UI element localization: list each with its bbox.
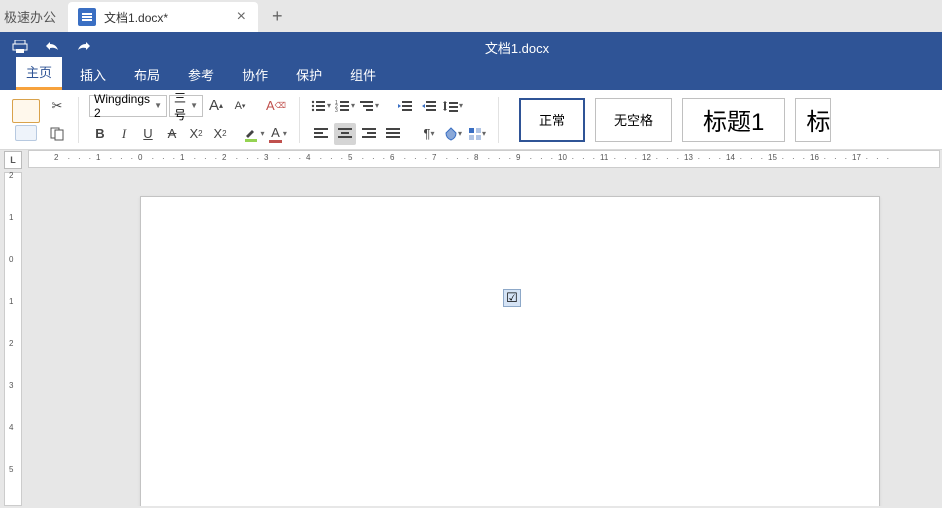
bullet-list-icon[interactable]: ▾ — [310, 95, 332, 117]
clipboard-sub-icon[interactable] — [15, 125, 37, 141]
ruler-row: L 2···1···0···1···2···3···4···5···6···7·… — [0, 150, 942, 170]
chevron-down-icon: ▾ — [260, 129, 264, 138]
decrease-indent-icon[interactable] — [394, 95, 416, 117]
ribbon-toolbar: ✂ Wingdings 2 ▼ 三号 ▼ A▴ A▾ A⌫ B I U — [0, 90, 942, 150]
bold-button[interactable]: B — [89, 123, 111, 145]
ribbon-tab-2[interactable]: 布局 — [124, 60, 170, 90]
copy-icon[interactable] — [46, 123, 68, 145]
numbered-list-icon[interactable]: 123▾ — [334, 95, 356, 117]
style-option-3[interactable]: 标 — [795, 98, 831, 142]
app-name: 极速办公 — [0, 7, 68, 26]
checkbox-symbol[interactable]: ☑ — [503, 289, 521, 307]
font-size-select[interactable]: 三号 ▼ — [169, 95, 203, 117]
doc-file-icon — [78, 8, 96, 26]
workspace: 21012345 ☑ — [0, 170, 942, 506]
style-option-1[interactable]: 无空格 — [595, 98, 672, 142]
ribbon-tab-3[interactable]: 参考 — [178, 60, 224, 90]
document-title: 文档1.docx — [92, 38, 942, 57]
subscript-button[interactable]: X2 — [209, 123, 231, 145]
chevron-down-icon: ▼ — [190, 101, 198, 110]
tab-title: 文档1.docx* — [104, 9, 225, 26]
vertical-ruler[interactable]: 21012345 — [4, 172, 22, 506]
undo-icon[interactable] — [44, 40, 60, 54]
title-bar: 文档1.docx — [0, 32, 942, 62]
ruler-corner[interactable]: L — [4, 151, 22, 169]
horizontal-ruler[interactable]: 2···1···0···1···2···3···4···5···6···7···… — [28, 150, 940, 168]
font-size-value: 三号 — [174, 89, 186, 123]
strikethrough-button[interactable]: A — [161, 123, 183, 145]
font-group: Wingdings 2 ▼ 三号 ▼ A▴ A▾ A⌫ B I U A X2 X… — [81, 95, 297, 145]
shrink-font-icon[interactable]: A▾ — [229, 95, 251, 117]
clear-formatting-icon[interactable]: A⌫ — [265, 95, 287, 117]
align-left-icon[interactable] — [310, 123, 332, 145]
paper-scroll-area[interactable]: ☑ — [28, 170, 942, 506]
highlight-color-button[interactable]: ▾ — [243, 123, 265, 145]
line-spacing-icon[interactable]: ▾ — [442, 95, 464, 117]
ribbon-tab-6[interactable]: 组件 — [340, 60, 386, 90]
style-option-0[interactable]: 正常 — [519, 98, 585, 142]
ribbon-tabs: 主页插入布局参考协作保护组件 — [0, 62, 942, 90]
underline-button[interactable]: U — [137, 123, 159, 145]
shading-icon[interactable]: ▾ — [442, 123, 464, 145]
new-tab-button[interactable]: + — [258, 6, 297, 27]
increase-indent-icon[interactable] — [418, 95, 440, 117]
style-option-2[interactable]: 标题1 — [682, 98, 785, 142]
ribbon-tab-5[interactable]: 保护 — [286, 60, 332, 90]
ribbon-tab-4[interactable]: 协作 — [232, 60, 278, 90]
ribbon-tab-1[interactable]: 插入 — [70, 60, 116, 90]
styles-gallery: 正常无空格标题1标 — [519, 98, 831, 142]
document-tab[interactable]: 文档1.docx* × — [68, 2, 258, 32]
chevron-down-icon: ▾ — [283, 129, 287, 138]
align-justify-icon[interactable] — [382, 123, 404, 145]
close-icon[interactable]: × — [233, 8, 250, 26]
align-center-icon[interactable] — [334, 123, 356, 145]
paragraph-group: ▾ 123▾ ▾ ▾ — [302, 95, 496, 145]
svg-text:3: 3 — [335, 108, 338, 113]
grow-font-icon[interactable]: A▴ — [205, 95, 227, 117]
clipboard-group: ✂ — [4, 95, 76, 145]
document-page[interactable]: ☑ — [140, 196, 880, 506]
borders-icon[interactable]: ▾ — [466, 123, 488, 145]
cut-icon[interactable]: ✂ — [46, 95, 68, 117]
quick-access — [0, 40, 92, 54]
ribbon-tab-0[interactable]: 主页 — [16, 57, 62, 90]
superscript-button[interactable]: X2 — [185, 123, 207, 145]
chevron-down-icon: ▼ — [154, 101, 162, 110]
font-name-select[interactable]: Wingdings 2 ▼ — [89, 95, 167, 117]
print-icon[interactable] — [12, 40, 28, 54]
italic-button[interactable]: I — [113, 123, 135, 145]
redo-icon[interactable] — [76, 40, 92, 54]
tab-bar: 极速办公 文档1.docx* × + — [0, 0, 942, 32]
font-name-value: Wingdings 2 — [94, 92, 150, 120]
align-right-icon[interactable] — [358, 123, 380, 145]
font-color-button[interactable]: A ▾ — [267, 123, 289, 145]
multilevel-list-icon[interactable]: ▾ — [358, 95, 380, 117]
paragraph-mark-icon[interactable]: ¶▾ — [418, 123, 440, 145]
paste-icon[interactable] — [12, 99, 40, 123]
